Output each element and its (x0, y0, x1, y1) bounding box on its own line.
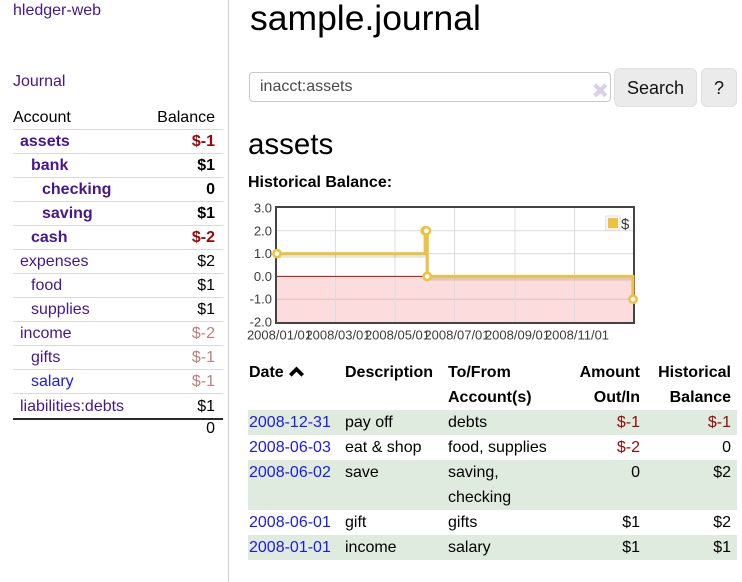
svg-text:$: $ (621, 216, 630, 233)
svg-text:2008/07/01: 2008/07/01 (424, 328, 489, 343)
svg-text:3.0: 3.0 (254, 201, 272, 216)
svg-text:-1.0: -1.0 (250, 292, 272, 307)
svg-text:2008/09/01: 2008/09/01 (485, 328, 550, 343)
svg-text:2.0: 2.0 (254, 223, 272, 238)
svg-text:1.0: 1.0 (254, 246, 272, 261)
svg-text:2008/05/01: 2008/05/01 (365, 328, 430, 343)
svg-text:2008/03/01: 2008/03/01 (305, 328, 370, 343)
svg-text:0.0: 0.0 (254, 269, 272, 284)
svg-text:2008/11/01: 2008/11/01 (545, 328, 609, 343)
svg-text:2008/01/01: 2008/01/01 (247, 328, 312, 343)
